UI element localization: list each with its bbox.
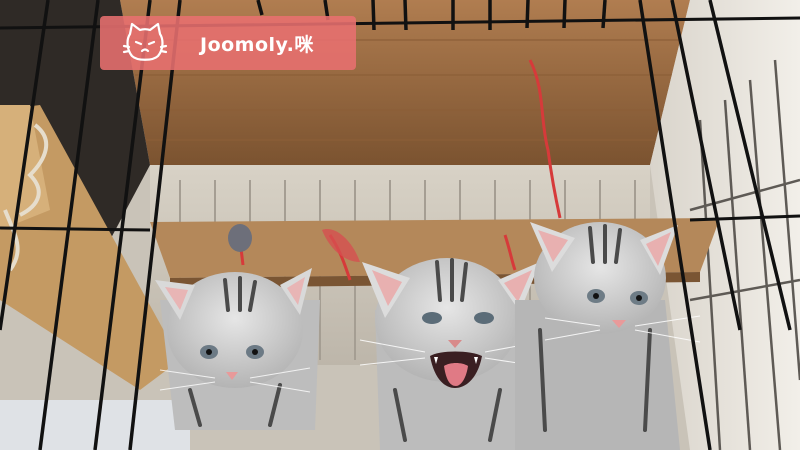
- watermark-text: Joomoly.咪: [200, 33, 314, 56]
- kitten-left: [155, 268, 320, 430]
- cat-face-icon: [122, 22, 168, 61]
- watermark-badge: Joomoly.咪: [100, 16, 356, 70]
